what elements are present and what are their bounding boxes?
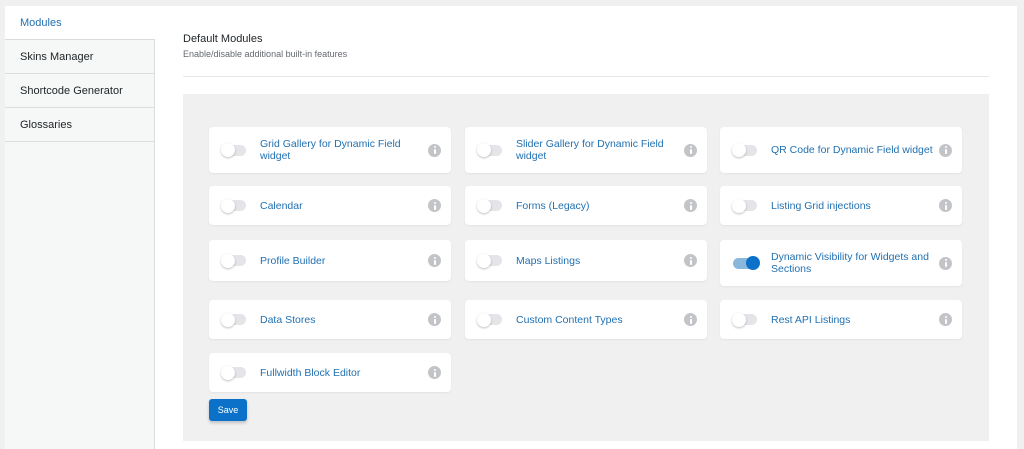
- module-label: Custom Content Types: [516, 313, 623, 326]
- module-card-forms-legacy[interactable]: Forms (Legacy): [465, 186, 707, 225]
- module-toggle[interactable]: [477, 253, 502, 268]
- module-toggle[interactable]: [733, 256, 760, 270]
- divider: [183, 76, 989, 77]
- module-label: Rest API Listings: [771, 313, 851, 326]
- module-label: Profile Builder: [260, 254, 326, 267]
- module-toggle[interactable]: [732, 198, 757, 213]
- module-toggle[interactable]: [221, 312, 246, 327]
- module-toggle[interactable]: [221, 253, 246, 268]
- main-content: Default Modules Enable/disable additiona…: [155, 6, 1017, 449]
- info-icon[interactable]: [684, 313, 697, 326]
- sidebar-item-modules[interactable]: Modules: [5, 6, 155, 40]
- module-toggle[interactable]: [221, 198, 246, 213]
- module-label: Forms (Legacy): [516, 199, 590, 212]
- sidebar-item-glossaries[interactable]: Glossaries: [5, 108, 154, 142]
- module-toggle[interactable]: [477, 198, 502, 213]
- module-card-custom-content-types[interactable]: Custom Content Types: [465, 300, 707, 339]
- info-icon[interactable]: [939, 313, 952, 326]
- section-title: Default Modules: [183, 33, 263, 45]
- module-label: Calendar: [260, 199, 303, 212]
- sidebar: Modules Skins Manager Shortcode Generato…: [5, 6, 155, 449]
- module-toggle[interactable]: [732, 312, 757, 327]
- module-card-calendar[interactable]: Calendar: [209, 186, 451, 225]
- info-icon[interactable]: [939, 143, 952, 157]
- module-card-listing-grid-injections[interactable]: Listing Grid injections: [720, 186, 962, 225]
- module-toggle[interactable]: [477, 312, 502, 327]
- sidebar-item-skins-manager[interactable]: Skins Manager: [5, 40, 154, 74]
- module-card-rest-api-listings[interactable]: Rest API Listings: [720, 300, 962, 339]
- info-icon[interactable]: [428, 199, 441, 212]
- info-icon[interactable]: [939, 256, 952, 270]
- save-button[interactable]: Save: [209, 399, 247, 421]
- info-icon[interactable]: [428, 313, 441, 326]
- module-toggle[interactable]: [221, 365, 246, 380]
- module-label: QR Code for Dynamic Field widget: [771, 144, 933, 156]
- info-icon[interactable]: [684, 254, 697, 267]
- module-card-profile-builder[interactable]: Profile Builder: [209, 240, 451, 281]
- module-label: Slider Gallery for Dynamic Field widget: [516, 138, 664, 162]
- module-label: Maps Listings: [516, 254, 581, 267]
- sidebar-item-shortcode-generator[interactable]: Shortcode Generator: [5, 74, 154, 108]
- module-card-data-stores[interactable]: Data Stores: [209, 300, 451, 339]
- module-toggle[interactable]: [732, 143, 757, 157]
- info-icon[interactable]: [428, 254, 441, 267]
- info-icon[interactable]: [684, 199, 697, 212]
- module-label: Listing Grid injections: [771, 199, 871, 212]
- module-card-slider-gallery[interactable]: Slider Gallery for Dynamic Field widget: [465, 127, 707, 173]
- module-card-grid-gallery[interactable]: Grid Gallery for Dynamic Field widget: [209, 127, 451, 173]
- settings-wrapper: Modules Skins Manager Shortcode Generato…: [5, 6, 1017, 449]
- module-toggle[interactable]: [477, 143, 502, 157]
- module-toggle[interactable]: [221, 143, 246, 157]
- info-icon[interactable]: [684, 143, 697, 157]
- module-card-dynamic-visibility[interactable]: Dynamic Visibility for Widgets and Secti…: [720, 240, 962, 286]
- module-label: Dynamic Visibility for Widgets and Secti…: [771, 251, 929, 275]
- module-card-qr-code[interactable]: QR Code for Dynamic Field widget: [720, 127, 962, 173]
- info-icon[interactable]: [428, 366, 441, 379]
- modules-panel: Grid Gallery for Dynamic Field widget Sl…: [183, 94, 989, 441]
- module-label: Grid Gallery for Dynamic Field widget: [260, 138, 401, 162]
- section-subtitle: Enable/disable additional built-in featu…: [183, 49, 348, 59]
- info-icon[interactable]: [939, 199, 952, 212]
- module-label: Data Stores: [260, 313, 316, 326]
- module-label: Fullwidth Block Editor: [260, 366, 361, 379]
- module-card-maps-listings[interactable]: Maps Listings: [465, 240, 707, 281]
- info-icon[interactable]: [428, 143, 441, 157]
- module-card-fullwidth-block-editor[interactable]: Fullwidth Block Editor: [209, 353, 451, 392]
